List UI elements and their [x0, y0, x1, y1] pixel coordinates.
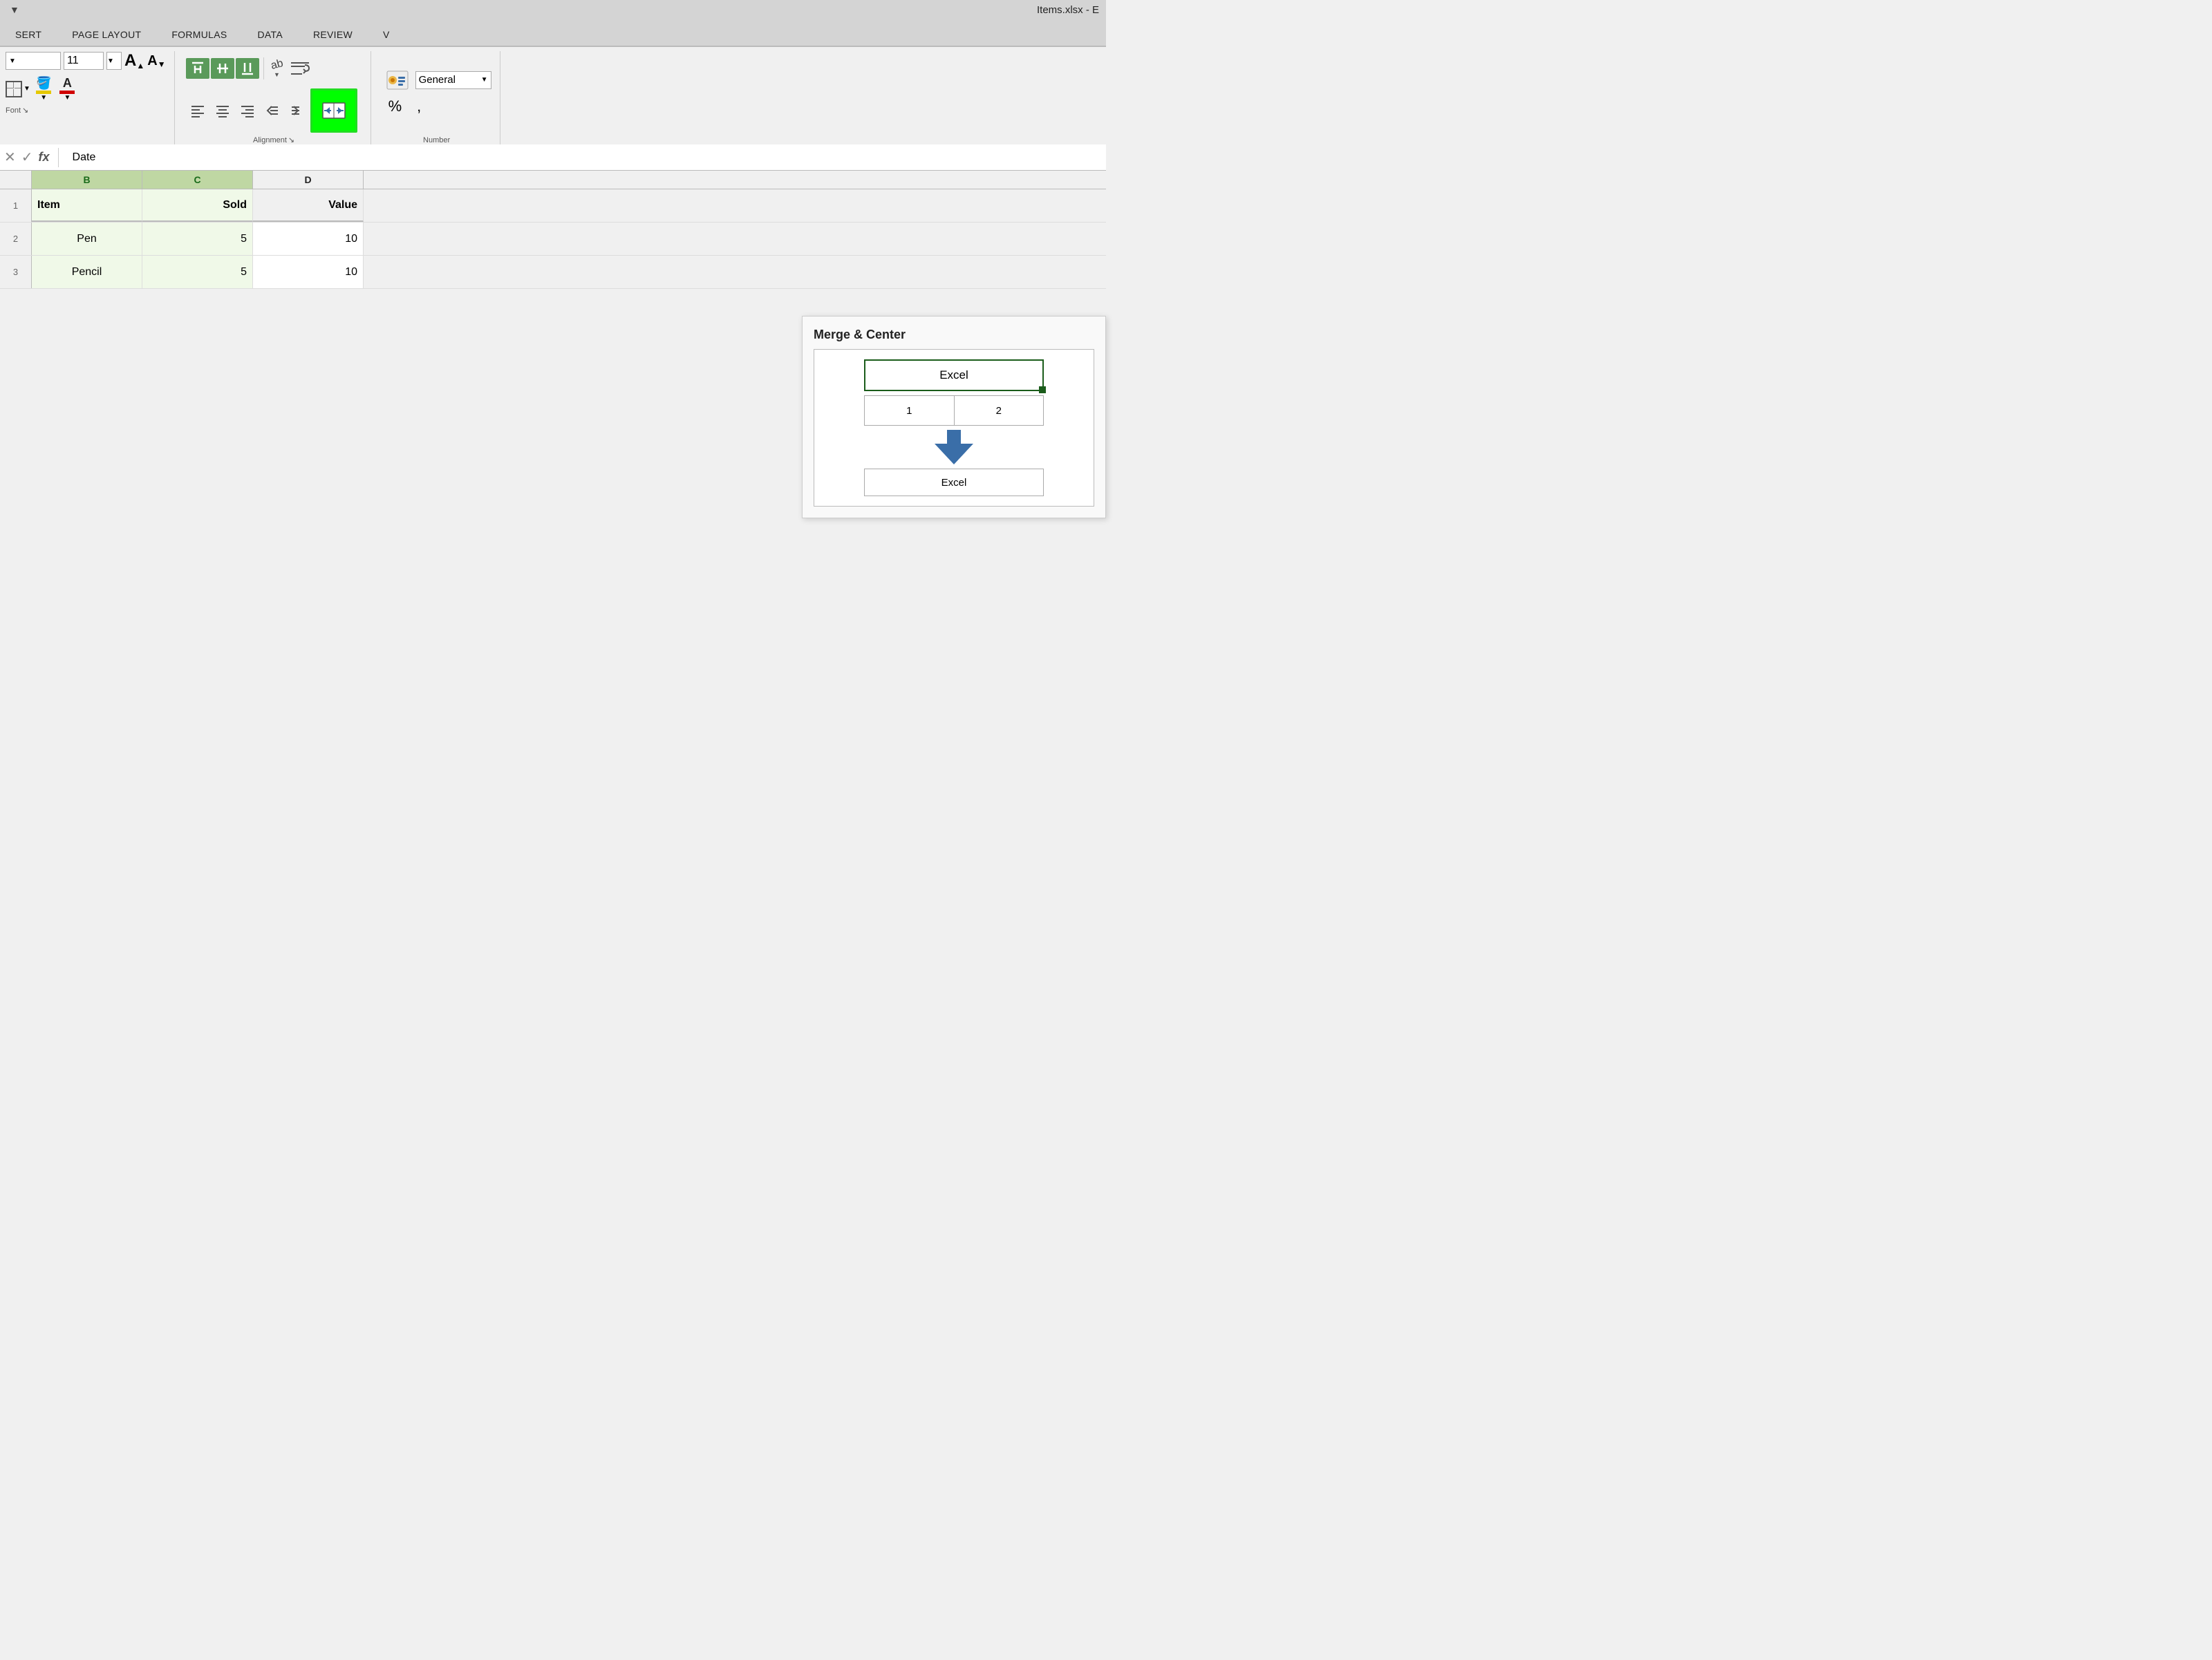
merge-demo-cell2: 2 [955, 395, 1044, 426]
sheet-area: B C D 1 Item Sold Value 2 Pen 5 10 3 [0, 171, 1106, 289]
ribbon: ▼ 11 ▼ A▲ A▼ ▼ [0, 47, 1106, 144]
merge-arrow [935, 430, 973, 464]
row-number-1: 1 [0, 189, 32, 222]
formula-input[interactable] [67, 151, 1102, 164]
number-section-label: Number [382, 133, 491, 144]
orientation-button[interactable]: ab ▼ [268, 58, 286, 79]
tab-view[interactable]: V [368, 23, 405, 46]
increase-font-size-button[interactable]: A▲ [124, 51, 144, 70]
align-right-button[interactable] [236, 100, 259, 121]
number-format-dropdown[interactable]: General ▼ [415, 71, 491, 89]
col-header-b[interactable]: B [32, 171, 142, 189]
align-left-button[interactable] [186, 100, 209, 121]
increase-indent-button[interactable] [285, 100, 309, 121]
number-group: General ▼ % , Number [374, 51, 500, 144]
cell-c3[interactable]: 5 [142, 256, 253, 288]
font-color-button[interactable]: A ▼ [57, 75, 77, 103]
row-number-3: 3 [0, 256, 32, 288]
accounting-format-button[interactable] [382, 68, 413, 93]
tab-page-layout[interactable]: PAGE LAYOUT [57, 23, 156, 46]
col-header-d[interactable]: D [253, 171, 364, 189]
font-size-dropdown[interactable]: ▼ [106, 52, 122, 70]
cell-b2[interactable]: Pen [32, 223, 142, 255]
alignment-group: ab ▼ [178, 51, 371, 144]
formula-bar: ✕ ✓ fx [0, 144, 1106, 171]
row-number-2: 2 [0, 223, 32, 255]
table-row: 1 Item Sold Value [0, 189, 1106, 223]
cell-c2[interactable]: 5 [142, 223, 253, 255]
fill-color-button[interactable]: 🪣 ▼ [33, 75, 54, 103]
tab-data[interactable]: DATA [243, 23, 298, 46]
alignment-section-expand-icon[interactable]: ↘ [288, 135, 294, 144]
alignment-section-label: Alignment [253, 136, 287, 144]
tab-review[interactable]: REVIEW [298, 23, 368, 46]
decrease-indent-button[interactable] [261, 100, 284, 121]
quick-access-arrow[interactable]: ▼ [7, 3, 22, 17]
formula-cancel-button[interactable]: ✕ [4, 149, 16, 166]
cell-b1[interactable]: Item [32, 189, 142, 222]
table-row: 3 Pencil 5 10 [0, 256, 1106, 289]
table-row: 2 Pen 5 10 [0, 223, 1106, 256]
cell-d1[interactable]: Value [253, 189, 364, 222]
tooltip-title: Merge & Center [814, 328, 1094, 342]
align-bottom-button[interactable] [236, 58, 259, 79]
merge-demo-result: Excel [864, 469, 1044, 496]
quick-access-bar: ▼ Items.xlsx - E [0, 0, 1106, 19]
formula-fx-label: fx [39, 150, 50, 164]
formula-confirm-button[interactable]: ✓ [21, 149, 33, 166]
window-title: Items.xlsx - E [1037, 4, 1099, 16]
merge-demo-cell1: 1 [864, 395, 955, 426]
decrease-font-size-button[interactable]: A▼ [147, 53, 165, 69]
ribbon-tabs: SERT PAGE LAYOUT FORMULAS DATA REVIEW V [0, 19, 1106, 47]
cell-d3[interactable]: 10 [253, 256, 364, 288]
spreadsheet-grid: B C D 1 Item Sold Value 2 Pen 5 10 3 [0, 171, 1106, 289]
align-center-button[interactable] [211, 100, 234, 121]
wrap-text-button[interactable] [287, 51, 313, 86]
merge-center-tooltip: Merge & Center Excel 1 2 Excel [802, 316, 1106, 518]
cell-b3[interactable]: Pencil [32, 256, 142, 288]
column-headers: B C D [0, 171, 1106, 189]
cell-d2[interactable]: 10 [253, 223, 364, 255]
borders-button[interactable]: ▼ [6, 79, 30, 100]
tab-insert[interactable]: SERT [0, 23, 57, 46]
row-num-corner [0, 171, 32, 189]
col-header-c[interactable]: C [142, 171, 253, 189]
merge-center-button[interactable] [310, 88, 357, 133]
percent-style-button[interactable]: % [382, 95, 409, 117]
merge-demo-excel-top: Excel [939, 368, 968, 382]
font-name-dropdown[interactable]: ▼ [6, 52, 61, 70]
font-group: ▼ 11 ▼ A▲ A▼ ▼ [6, 51, 175, 144]
cell-c1[interactable]: Sold [142, 189, 253, 222]
align-top-button[interactable] [186, 58, 209, 79]
comma-style-button[interactable]: , [411, 95, 427, 117]
font-section-expand-icon[interactable]: ↘ [22, 106, 28, 115]
align-middle-button[interactable] [211, 58, 234, 79]
font-section-label: Font [6, 106, 21, 115]
font-size-input[interactable]: 11 [64, 52, 104, 70]
tab-formulas[interactable]: FORMULAS [156, 23, 242, 46]
